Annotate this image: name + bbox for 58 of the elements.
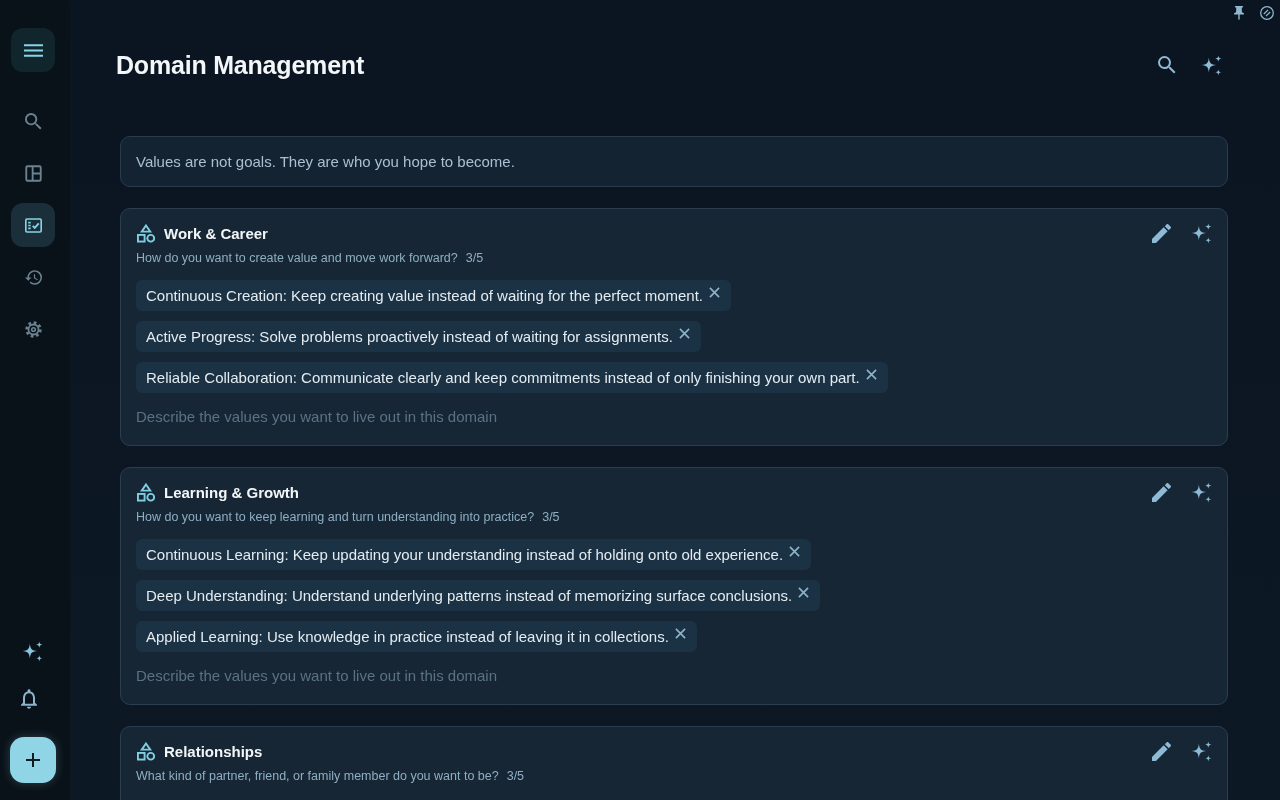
shapes-icon	[137, 741, 155, 761]
bell-icon	[21, 689, 37, 709]
value-count: 3/5	[506, 768, 525, 785]
nav-button[interactable]	[11, 203, 55, 247]
value-input-field[interactable]: Describe the values you want to live out in this domain	[136, 406, 1212, 426]
domain-title: Learning & Growth	[164, 483, 299, 501]
shapes-icon	[137, 482, 155, 502]
domain-question: How do you want to create value and move work forward?	[136, 250, 458, 267]
close-icon	[674, 628, 686, 639]
value-text: Reliable Collaboration: Communicate clearly and keep commitments instead of only finishing your own part.	[146, 369, 860, 386]
remove-button[interactable]	[865, 369, 877, 380]
remove-button[interactable]	[678, 328, 690, 339]
value-text: Active Progress: Solve problems proactively instead of waiting for assignments.	[146, 328, 673, 345]
layout-icon	[24, 164, 42, 182]
shapes-icon	[137, 223, 155, 243]
domain-title: Relationships	[164, 742, 263, 760]
value-count: 3/5	[465, 250, 484, 267]
close-icon	[789, 546, 801, 557]
menu-button[interactable]	[11, 28, 55, 72]
pin-icon	[1234, 6, 1244, 20]
value-text: Continuous Learning: Keep updating your understanding instead of holding onto old experience.	[146, 546, 784, 563]
remove-button[interactable]	[674, 628, 686, 639]
pencil-icon	[1151, 482, 1171, 502]
domain-question: What kind of partner, friend, or family member do you want to be?	[136, 768, 499, 785]
settings-icon	[24, 320, 42, 338]
value-text: Continuous Creation: Keep creating value instead of waiting for the perfect moment.	[146, 287, 703, 304]
striped-circle-icon	[1260, 6, 1274, 20]
sparkle-icon	[1191, 222, 1213, 244]
sparkle-icon	[1191, 481, 1213, 503]
pencil-icon	[1151, 223, 1171, 243]
close-icon	[709, 287, 720, 298]
close-icon	[678, 328, 690, 339]
search-icon	[1158, 56, 1176, 74]
value-input-field[interactable]: Describe the values you want to live out in this domain	[136, 665, 1212, 685]
rotation-button[interactable]	[1260, 6, 1274, 20]
domain-question: How do you want to keep learning and turn understanding into practice?	[136, 509, 535, 526]
remove-button[interactable]	[798, 587, 810, 598]
plus-icon	[26, 753, 40, 767]
page-title: Domain Management	[116, 50, 366, 80]
domain-title: Work & Career	[164, 224, 268, 242]
remove-button[interactable]	[709, 287, 720, 298]
value-text: Deep Understanding: Understand underlying patterns instead of memorizing surface conclusions.	[146, 587, 793, 604]
quote-text: Values are not goals. They are who you hope to become.	[136, 153, 515, 170]
add-button[interactable]	[10, 737, 56, 783]
value-count: 3/5	[542, 509, 560, 526]
close-icon	[798, 587, 810, 598]
sparkle-icon	[1201, 54, 1223, 76]
pin-button[interactable]	[1234, 6, 1244, 20]
sparkle-icon	[1191, 740, 1213, 762]
checklist-icon	[24, 216, 42, 234]
close-icon	[865, 369, 877, 380]
history-icon	[24, 268, 42, 286]
sparkle-icon	[22, 640, 44, 662]
menu-icon	[23, 43, 43, 57]
value-text: Applied Learning: Use knowledge in practice instead of leaving it in collections.	[146, 628, 669, 645]
remove-button[interactable]	[789, 546, 801, 557]
search-icon	[24, 112, 42, 130]
pencil-icon	[1151, 741, 1171, 761]
